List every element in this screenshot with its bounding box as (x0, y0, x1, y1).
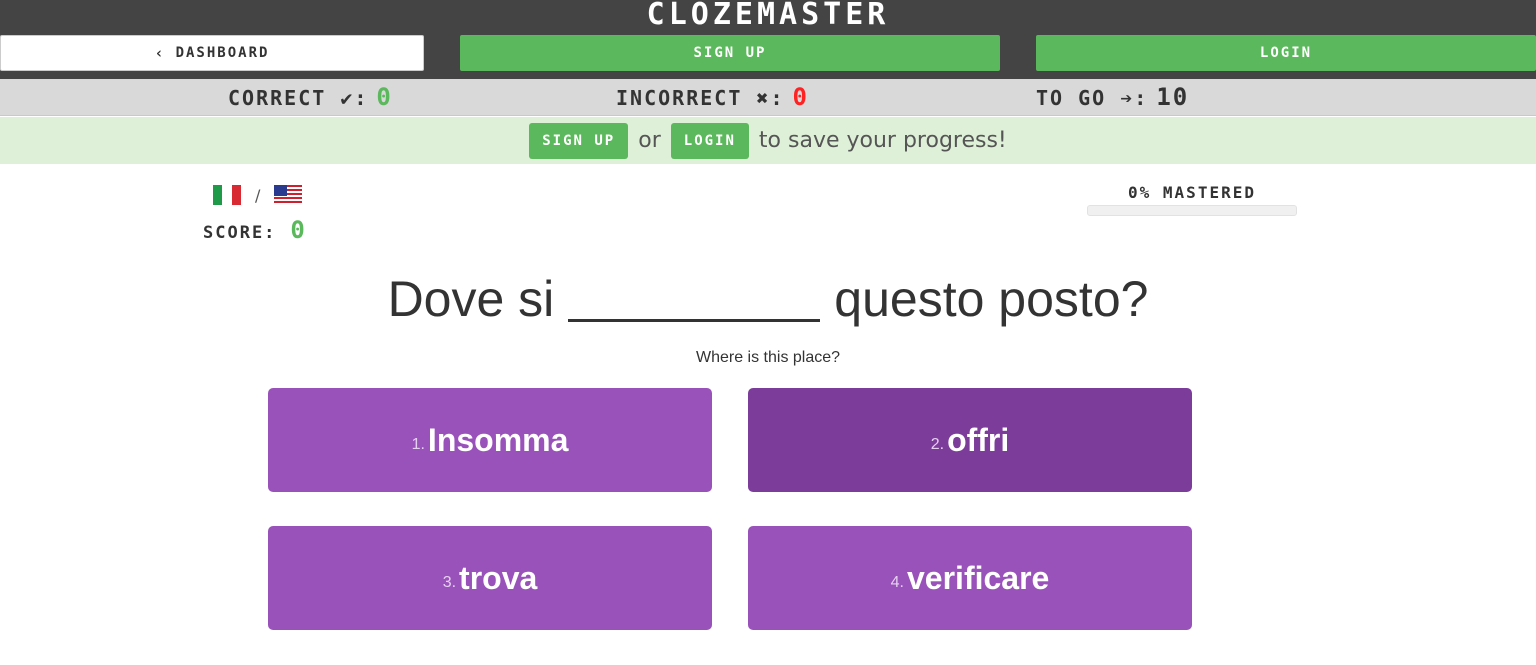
sentence-before-blank: Dove si (387, 271, 555, 327)
dashboard-button-label: DASHBOARD (175, 45, 270, 61)
incorrect-stat: INCORRECT ✖: 0 (616, 83, 809, 111)
mastery-progress-bar (1087, 205, 1297, 216)
choice-word: verificare (907, 559, 1050, 596)
choice-word: offri (947, 421, 1010, 458)
sentence-after-blank: questo posto? (834, 271, 1149, 327)
correct-stat: CORRECT ✔: 0 (228, 83, 393, 111)
togo-count: 10 (1156, 83, 1190, 111)
banner-or-text: or (638, 128, 661, 153)
usa-flag-icon (274, 185, 303, 205)
banner-login-button[interactable]: LOGIN (670, 122, 749, 159)
signup-button[interactable]: SIGN UP (460, 35, 1000, 71)
italy-flag-icon (213, 185, 241, 205)
choice-number: 3. (442, 574, 457, 591)
incorrect-count: 0 (792, 83, 809, 111)
chevron-left-icon: ‹ (154, 44, 166, 62)
score-label: SCORE: (203, 223, 277, 243)
top-navbar: CLOZEMASTER ‹ DASHBOARD SIGN UP LOGIN (0, 0, 1536, 79)
brand-logo[interactable]: CLOZEMASTER (0, 0, 1536, 32)
choice-word: trova (459, 559, 538, 596)
choice-button-4[interactable]: 4. verificare (748, 526, 1192, 630)
mastered-label: 0% MASTERED (1128, 183, 1256, 202)
correct-label: CORRECT ✔: (228, 86, 369, 110)
language-pair: / (213, 185, 303, 205)
score-display: SCORE: 0 (203, 216, 307, 244)
choice-number: 2. (930, 436, 945, 453)
score-value: 0 (290, 216, 307, 244)
choice-number: 4. (890, 574, 904, 591)
incorrect-label: INCORRECT ✖: (616, 86, 785, 110)
choice-word: Insomma (427, 421, 569, 458)
choice-button-1[interactable]: 1. Insomma (268, 388, 712, 492)
language-separator: / (255, 185, 261, 205)
choice-button-3[interactable]: 3. trova (268, 526, 712, 630)
correct-count: 0 (376, 83, 393, 111)
dashboard-button[interactable]: ‹ DASHBOARD (0, 35, 424, 71)
stats-bar: CORRECT ✔: 0 INCORRECT ✖: 0 TO GO ➔: 10 (0, 79, 1536, 116)
banner-signup-button[interactable]: SIGN UP (529, 122, 629, 159)
choice-button-2[interactable]: 2. offri (748, 388, 1192, 492)
cloze-sentence: Dove si questo posto? (0, 270, 1536, 328)
login-button[interactable]: LOGIN (1036, 35, 1536, 71)
save-progress-banner: SIGN UP or LOGIN to save your progress! (0, 117, 1536, 164)
sentence-translation: Where is this place? (695, 349, 841, 366)
togo-label: TO GO ➔: (1036, 86, 1149, 110)
togo-stat: TO GO ➔: 10 (1036, 83, 1189, 111)
answer-blank (568, 278, 821, 322)
choice-number: 1. (411, 436, 425, 453)
banner-save-text: to save your progress! (758, 128, 1007, 153)
